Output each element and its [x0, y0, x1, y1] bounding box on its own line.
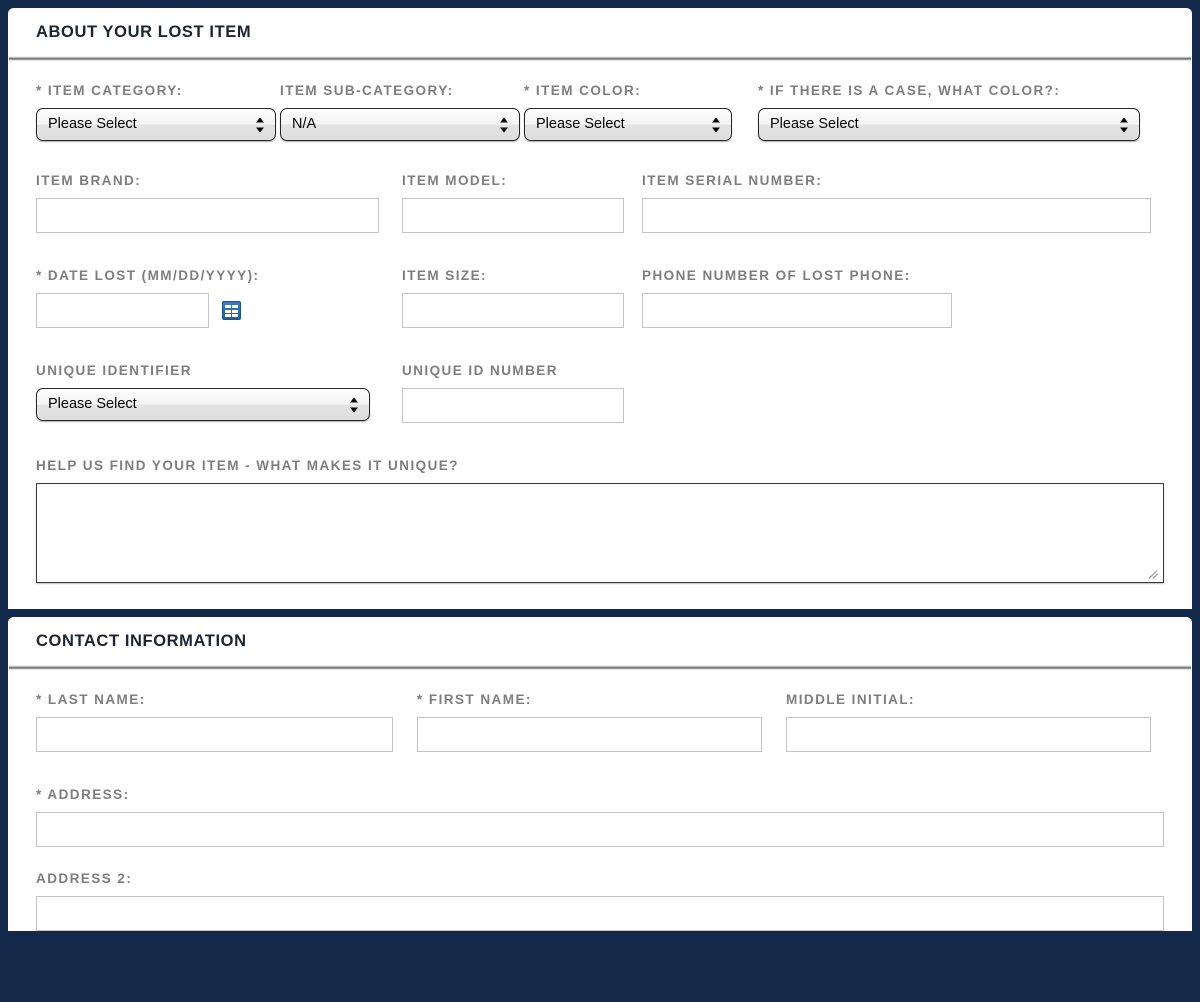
contact-section-title: CONTACT INFORMATION	[36, 631, 247, 650]
select-unique-identifier[interactable]: Please Select	[36, 388, 370, 421]
last-name-input[interactable]	[36, 717, 393, 752]
field-item-brand: ITEM BRAND:	[36, 173, 379, 233]
field-unique-identifier: UNIQUE IDENTIFIER Please Select	[36, 363, 370, 421]
select-case-color-value: Please Select	[770, 116, 859, 132]
row-unique-identifier: UNIQUE IDENTIFIER Please Select UNIQUE I…	[36, 363, 1164, 458]
field-item-color: * ITEM COLOR: Please Select	[524, 83, 732, 141]
first-name-input[interactable]	[417, 717, 762, 752]
field-case-color: * IF THERE IS A CASE, WHAT COLOR?: Pleas…	[758, 83, 1140, 141]
middle-initial-input[interactable]	[786, 717, 1151, 752]
panel-header-contact-information: CONTACT INFORMATION	[8, 617, 1192, 665]
row-brand-model-serial: ITEM BRAND: ITEM MODEL: ITEM SERIAL NUMB…	[36, 173, 1164, 268]
page-title: ABOUT YOUR LOST ITEM	[36, 22, 252, 41]
phone-number-input[interactable]	[642, 293, 952, 328]
label-item-category: * ITEM CATEGORY:	[36, 83, 183, 98]
select-unique-identifier-value: Please Select	[48, 396, 137, 412]
panel-header-about-lost-item: ABOUT YOUR LOST ITEM	[8, 8, 1192, 56]
field-item-category: * ITEM CATEGORY: Please Select	[36, 83, 276, 141]
label-unique-identifier: UNIQUE IDENTIFIER	[36, 363, 192, 378]
label-item-model: ITEM MODEL:	[402, 173, 508, 188]
panel-contact-information: CONTACT INFORMATION * LAST NAME: * FIRST…	[8, 617, 1192, 931]
select-item-color[interactable]: Please Select	[524, 108, 732, 141]
field-item-size: ITEM SIZE:	[402, 268, 624, 328]
item-size-input[interactable]	[402, 293, 624, 328]
row-name: * LAST NAME: * FIRST NAME: MIDDLE INITIA…	[36, 692, 1164, 787]
unique-id-number-input[interactable]	[402, 388, 624, 423]
field-phone-number: PHONE NUMBER OF LOST PHONE:	[642, 268, 952, 328]
label-unique-details: HELP US FIND YOUR ITEM - WHAT MAKES IT U…	[36, 458, 459, 473]
select-item-color-value: Please Select	[536, 116, 625, 132]
calendar-icon[interactable]	[222, 301, 241, 320]
select-item-subcategory-value: N/A	[292, 116, 317, 132]
date-lost-input[interactable]	[36, 293, 209, 328]
field-unique-details: HELP US FIND YOUR ITEM - WHAT MAKES IT U…	[36, 458, 1164, 583]
item-brand-input[interactable]	[36, 198, 379, 233]
date-lost-control	[36, 293, 256, 328]
select-item-category[interactable]: Please Select	[36, 108, 276, 141]
label-item-color: * ITEM COLOR:	[524, 83, 642, 98]
form-page: ABOUT YOUR LOST ITEM * ITEM CATEGORY: Pl…	[0, 0, 1200, 1002]
label-item-size: ITEM SIZE:	[402, 268, 487, 283]
label-date-lost: * DATE LOST (MM/DD/YYYY):	[36, 268, 260, 283]
label-first-name: * FIRST NAME:	[417, 692, 532, 707]
field-middle-initial: MIDDLE INITIAL:	[786, 692, 1151, 752]
field-first-name: * FIRST NAME:	[417, 692, 762, 752]
label-last-name: * LAST NAME:	[36, 692, 146, 707]
field-unique-id-number: UNIQUE ID NUMBER	[402, 363, 624, 423]
label-middle-initial: MIDDLE INITIAL:	[786, 692, 915, 707]
select-item-category-value: Please Select	[48, 116, 137, 132]
field-last-name: * LAST NAME:	[36, 692, 393, 752]
chevron-updown-icon	[712, 116, 721, 133]
row-date-size-phone: * DATE LOST (MM/DD/YYYY): ITEM SIZE: PHO…	[36, 268, 1164, 363]
address2-input[interactable]	[36, 896, 1164, 931]
item-model-input[interactable]	[402, 198, 624, 233]
label-address2: ADDRESS 2:	[36, 871, 133, 886]
label-item-brand: ITEM BRAND:	[36, 173, 142, 188]
row-item-attributes: * ITEM CATEGORY: Please Select ITEM SUB-…	[36, 83, 1164, 173]
panel-about-lost-item: ABOUT YOUR LOST ITEM * ITEM CATEGORY: Pl…	[8, 8, 1192, 609]
chevron-updown-icon	[256, 116, 265, 133]
select-item-subcategory[interactable]: N/A	[280, 108, 520, 141]
label-unique-id-number: UNIQUE ID NUMBER	[402, 363, 558, 378]
field-item-serial: ITEM SERIAL NUMBER:	[642, 173, 1151, 233]
chevron-updown-icon	[500, 116, 509, 133]
address-input[interactable]	[36, 812, 1164, 847]
unique-details-wrap	[36, 483, 1164, 583]
field-date-lost: * DATE LOST (MM/DD/YYYY):	[36, 268, 260, 328]
item-serial-number-input[interactable]	[642, 198, 1151, 233]
label-item-subcategory: ITEM SUB-CATEGORY:	[280, 83, 454, 98]
select-case-color[interactable]: Please Select	[758, 108, 1140, 141]
panel-body-contact-information: * LAST NAME: * FIRST NAME: MIDDLE INITIA…	[8, 670, 1192, 931]
chevron-updown-icon	[1120, 116, 1129, 133]
label-item-serial-number: ITEM SERIAL NUMBER:	[642, 173, 823, 188]
label-phone-number-lost-phone: PHONE NUMBER OF LOST PHONE:	[642, 268, 911, 283]
field-item-model: ITEM MODEL:	[402, 173, 624, 233]
label-case-color: * IF THERE IS A CASE, WHAT COLOR?:	[758, 83, 1061, 98]
field-address: * ADDRESS:	[36, 787, 1164, 847]
field-address2: ADDRESS 2:	[36, 871, 1164, 931]
panel-body-about-lost-item: * ITEM CATEGORY: Please Select ITEM SUB-…	[8, 61, 1192, 609]
chevron-updown-icon	[350, 396, 359, 413]
label-address: * ADDRESS:	[36, 787, 130, 802]
field-item-subcategory: ITEM SUB-CATEGORY: N/A	[280, 83, 520, 141]
unique-details-textarea[interactable]	[36, 483, 1164, 583]
